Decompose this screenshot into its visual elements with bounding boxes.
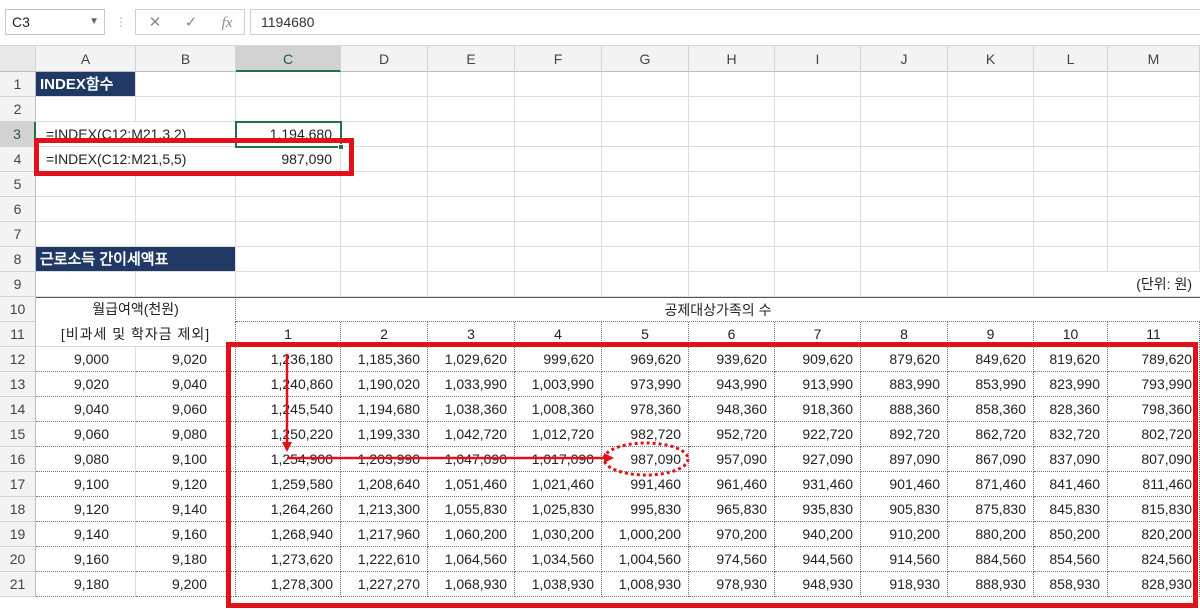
formula-highlight-box [34, 138, 354, 176]
table-highlight-box [226, 342, 1198, 608]
